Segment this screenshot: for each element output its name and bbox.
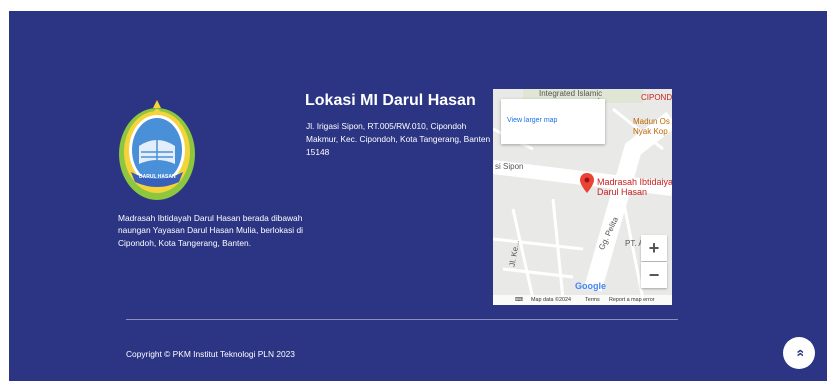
view-larger-map-link[interactable]: View larger map (507, 117, 557, 124)
zoom-in-button[interactable]: + (641, 235, 667, 261)
map-attribution-bar: ⌨ Map data ©2024 Terms Report a map erro… (493, 295, 672, 305)
embedded-map[interactable]: Integrated Islamic ool CIPOND Madun Os N… (493, 89, 672, 305)
double-chevron-up-icon: » (790, 349, 807, 357)
map-data-text: Map data ©2024 (531, 297, 571, 303)
footer-divider (126, 319, 678, 320)
map-marker-label: Madrasah Ibtidaiyah (597, 177, 672, 187)
logo-emblem (119, 100, 195, 200)
map-report-link[interactable]: Report a map error (609, 295, 655, 305)
back-to-top-button[interactable]: » (783, 337, 815, 369)
google-logo: Google (575, 281, 606, 291)
map-place-label: Nyak Kop (633, 127, 668, 136)
zoom-out-button[interactable]: − (641, 262, 667, 288)
about-description: Madrasah Ibtidayah Darul Hasan berada di… (118, 213, 303, 248)
map-info-card: View larger map (501, 99, 605, 144)
site-footer: DARUL HASAN Madrasah Ibtidayah Darul Has… (9, 11, 827, 381)
map-road-label: si Sipon (495, 162, 524, 171)
darul-hasan-logo: DARUL HASAN (117, 94, 197, 204)
map-terms-link[interactable]: Terms (585, 295, 600, 305)
keyboard-shortcuts-icon[interactable]: ⌨ (515, 295, 523, 305)
logo-banner-text: DARUL HASAN (139, 174, 176, 180)
map-marker-label: Darul Hasan (597, 187, 648, 197)
copyright-text: Copyright © PKM Institut Teknologi PLN 2… (126, 349, 295, 359)
map-place-label: Madun Os (633, 117, 670, 126)
location-address: Jl. Irigasi Sipon, RT.005/RW.010, Cipond… (306, 121, 491, 157)
map-pin-icon[interactable] (580, 173, 594, 193)
map-place-label: CIPOND (641, 93, 672, 102)
location-title: Lokasi MI Darul Hasan (305, 92, 476, 109)
